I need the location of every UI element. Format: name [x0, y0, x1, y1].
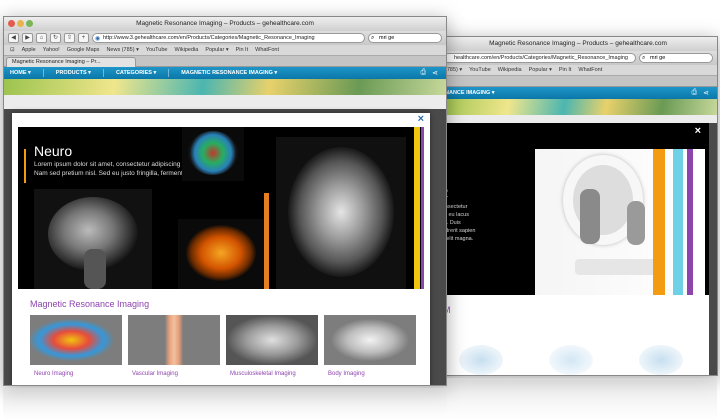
back-arrow-icon[interactable]: ◀ — [8, 33, 19, 43]
purple-stripe — [421, 127, 424, 289]
back-bookmarks-bar: (785) ▾ YouTube Wikipedia Popular ▾ Pin It Wh… — [439, 65, 717, 76]
front-browser-window[interactable]: Magnetic Resonance Imaging – Products – … — [3, 16, 447, 386]
bookmark-item[interactable]: Wikipedia — [174, 47, 198, 53]
nav-item[interactable]: HOME ▾ — [10, 70, 31, 76]
mri-scanner-photo — [535, 149, 705, 295]
share-page-icon[interactable]: ⇧ — [64, 33, 75, 43]
window-reflection — [3, 388, 447, 420]
back-banner-ribbon — [439, 99, 717, 115]
front-title-bar: Magnetic Resonance Imaging – Products – … — [4, 17, 446, 31]
print-icon[interactable]: ⎙ — [692, 89, 698, 97]
nav-separator — [42, 69, 44, 77]
bookmark-item[interactable]: Wikipedia — [498, 67, 522, 73]
thumbnail-label[interactable]: Vascular Imaging — [132, 371, 178, 377]
bookmark-item[interactable]: (785) ▾ — [445, 67, 462, 73]
print-icon[interactable]: ⎙ — [421, 69, 427, 77]
thumbnail-label[interactable]: Musculoskeletal Imaging — [230, 371, 296, 377]
forward-arrow-icon[interactable]: ▶ — [22, 33, 33, 43]
nav-separator — [168, 69, 170, 77]
back-nav-bar: NANCE IMAGING ▾ ⎙ ⋖ — [439, 87, 717, 99]
section-title: Magnetic Resonance Imaging — [30, 299, 150, 309]
back-lower-section: M — [439, 295, 709, 375]
bookmark-item[interactable]: Pin It — [236, 47, 249, 53]
front-tab-bar: Magnetic Resonance Imaging – Pr... — [4, 56, 446, 67]
search-icon: ⌕ — [371, 35, 375, 41]
bookmark-item[interactable]: YouTube — [469, 67, 491, 73]
globe-icon: ◉ — [95, 36, 101, 42]
zoom-window-button[interactable] — [26, 20, 33, 27]
thumbnail-image[interactable] — [226, 315, 318, 365]
hero-body: Lorem ipsum dolor sit amet, consectetur … — [34, 161, 193, 177]
orange-stripe — [264, 193, 269, 289]
reload-icon[interactable]: ↻ — [50, 33, 61, 43]
thumbnail-image[interactable] — [128, 315, 220, 365]
back-toolbar: healthcare.com/en/Products/Categories/Ma… — [439, 51, 717, 65]
browser-tab[interactable]: Magnetic Resonance Imaging – Pr... — [6, 57, 136, 67]
bookmark-item[interactable]: News (785) ▾ — [106, 47, 138, 53]
back-hero-panel: × R consecteturero eu lacusum. Duisendre… — [439, 123, 709, 295]
close-window-button[interactable] — [8, 20, 15, 27]
back-page-backdrop: × R consecteturero eu lacusum. Duisendre… — [439, 123, 717, 375]
thumbnail-label[interactable]: Body Imaging — [328, 371, 365, 377]
thumbnail-label[interactable]: Neuro Imaging — [34, 371, 73, 377]
hero-title: Neuro — [34, 143, 73, 159]
bookmark-item[interactable]: Popular ▾ — [205, 47, 228, 53]
nav-item[interactable]: CATEGORIES ▾ — [116, 70, 156, 76]
front-nav-bar: HOME ▾ PRODUCTS ▾ CATEGORIES ▾ MAGNETIC RES… — [4, 67, 446, 79]
hero-panel: Neuro Lorem ipsum dolor sit amet, consec… — [18, 127, 424, 289]
axial-mri-image — [276, 137, 406, 289]
back-window-title: Magnetic Resonance Imaging – Products – … — [489, 40, 667, 47]
back-title-bar: Magnetic Resonance Imaging – Products – … — [439, 37, 717, 51]
nav-item[interactable]: MAGNETIC RESONANCE IMAGING ▾ — [181, 70, 277, 76]
thumbnail-image[interactable] — [324, 315, 416, 365]
bookmark-item[interactable]: YouTube — [146, 47, 168, 53]
front-window-title: Magnetic Resonance Imaging – Products – … — [136, 20, 314, 27]
tractography-image — [182, 127, 244, 181]
bookmark-item[interactable]: WhatFont — [578, 67, 602, 73]
front-toolbar: ◀ ▶ ⌂ ↻ ⇧ + ◉ http://www.3.gehealthcare.… — [4, 31, 446, 45]
bookmark-item[interactable]: WhatFont — [255, 47, 279, 53]
front-search-field[interactable]: ⌕ mri ge — [368, 33, 442, 43]
bookmark-item[interactable]: Apple — [22, 47, 36, 53]
home-icon[interactable]: ⌂ — [36, 33, 47, 43]
nav-separator — [102, 69, 104, 77]
modal-dialog: × Neuro Lorem ipsum dolor sit amet, cons… — [12, 113, 430, 385]
thumbnail-image[interactable] — [30, 315, 122, 365]
back-nav-item[interactable]: NANCE IMAGING ▾ — [445, 90, 495, 96]
minimize-window-button[interactable] — [17, 20, 24, 27]
close-icon[interactable]: × — [695, 125, 701, 137]
back-search-field[interactable]: ⌕ mri ge — [639, 53, 713, 63]
bookmark-item[interactable]: Google Maps — [67, 47, 100, 53]
close-icon[interactable]: × — [418, 113, 424, 125]
reading-list-icon[interactable]: ⊡ — [10, 47, 15, 53]
hero-accent-bar — [24, 149, 26, 183]
front-url-field[interactable]: ◉ http://www.3.gehealthcare.com/en/Produ… — [92, 33, 365, 43]
bookmark-item[interactable]: Popular ▾ — [529, 67, 552, 73]
bookmark-item[interactable]: Pin It — [559, 67, 572, 73]
add-bookmark-icon[interactable]: + — [78, 33, 89, 43]
share-icon[interactable]: ⋖ — [703, 89, 709, 97]
front-banner-ribbon — [4, 79, 446, 95]
front-page-backdrop: × Neuro Lorem ipsum dolor sit amet, cons… — [4, 109, 446, 385]
back-window-reflection — [447, 378, 717, 420]
back-url-field[interactable]: healthcare.com/en/Products/Categories/Ma… — [443, 53, 636, 63]
front-bookmarks-bar: ⊡ Apple Yahoo! Google Maps News (785) ▾ YouT… — [4, 45, 446, 56]
yellow-stripe — [414, 127, 420, 289]
back-tab-bar — [439, 76, 717, 87]
share-icon[interactable]: ⋖ — [432, 69, 438, 77]
search-icon: ⌕ — [642, 55, 646, 61]
bookmark-item[interactable]: Yahoo! — [43, 47, 60, 53]
sagittal-mri-image — [34, 189, 152, 289]
fiber-tracking-image — [178, 219, 264, 289]
back-browser-window[interactable]: Magnetic Resonance Imaging – Products – … — [438, 36, 718, 376]
nav-item[interactable]: PRODUCTS ▾ — [56, 70, 91, 76]
